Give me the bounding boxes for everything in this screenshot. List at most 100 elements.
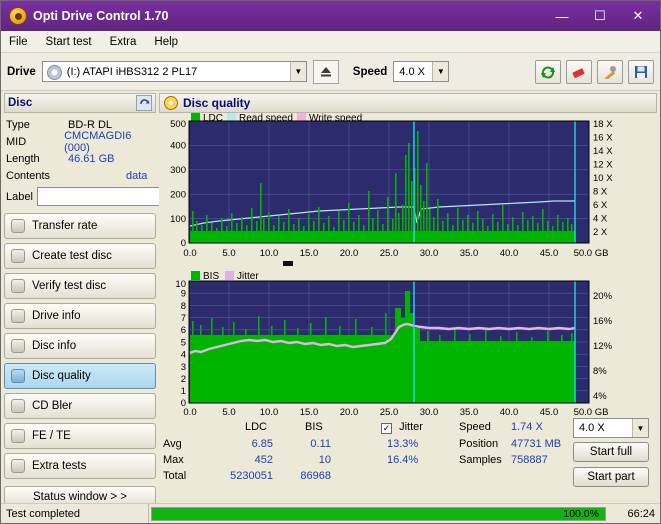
eject-button[interactable] [312, 59, 339, 84]
legend-bis: BIS [203, 271, 219, 282]
xtick: 10.0 [260, 407, 279, 418]
sidebar-item-label: Create test disc [32, 250, 112, 262]
start-full-button[interactable]: Start full [573, 442, 649, 462]
drive-select[interactable]: (I:) ATAPI iHBS312 2 PL17 ▼ [41, 61, 307, 82]
xtick: 25.0 [380, 407, 399, 418]
xtick: 5.0 [222, 248, 235, 259]
refresh-icon [139, 98, 149, 104]
jitter-label: Jitter [399, 421, 423, 433]
progress-bar: 100.0% [151, 506, 606, 521]
save-button[interactable] [628, 59, 654, 84]
y2tick: 16 X [593, 133, 613, 144]
speed-select-value: 4.0 X [399, 65, 425, 78]
sidebar-item-disc-quality[interactable]: Disc quality [4, 363, 156, 389]
ytick: 10 [175, 279, 186, 290]
xtick: 35.0 [460, 407, 479, 418]
y2tick: 8% [593, 366, 607, 377]
xtick: 0.0 [183, 248, 196, 259]
refresh-button[interactable] [535, 59, 561, 84]
menu-item-file[interactable]: File [9, 36, 28, 48]
chevron-down-icon: ▼ [289, 62, 306, 81]
fe-te-icon [11, 429, 25, 443]
disc-refresh-button[interactable] [136, 95, 152, 111]
position-label: Position [459, 438, 499, 450]
ytick: 200 [170, 190, 186, 201]
tools-button[interactable] [597, 59, 623, 84]
sidebar-item-label: CD Bler [32, 400, 73, 412]
speed-stat-value: 1.74 X [511, 421, 543, 433]
sidebar-item-extra-tests[interactable]: Extra tests [4, 453, 156, 479]
stats-max-bis: 10 [318, 454, 331, 466]
jitter-max: 16.4% [387, 454, 419, 466]
stats-header-bis: BIS [305, 421, 323, 433]
sidebar-item-drive-info[interactable]: Drive info [4, 303, 156, 329]
xtick: 20.0 [340, 407, 359, 418]
create-test-disc-icon [11, 249, 25, 263]
y2tick: 18 X [593, 119, 613, 130]
ytick: 100 [170, 214, 186, 225]
disc-row-value: data [126, 169, 148, 182]
minimize-button[interactable]: — [544, 3, 580, 29]
save-icon [635, 65, 647, 78]
y2tick: 14 X [593, 146, 613, 157]
main-panel-header: Disc quality [159, 93, 657, 113]
menu-item-extra[interactable]: Extra [110, 36, 137, 48]
sidebar-item-verify-test-disc[interactable]: Verify test disc [4, 273, 156, 299]
ytick: 500 [170, 119, 186, 130]
ytick: 1 [181, 386, 186, 397]
stats-max-ldc: 452 [254, 454, 273, 466]
stats-row-label-max: Max [163, 454, 184, 466]
drive-select-value: (I:) ATAPI iHBS312 2 PL17 [66, 65, 198, 78]
sidebar-item-transfer-rate[interactable]: Transfer rate [4, 213, 156, 239]
disc-panel-title: Disc [8, 97, 33, 109]
menu-item-start-test[interactable]: Start test [46, 36, 92, 48]
stats-avg-ldc: 6.85 [251, 438, 273, 450]
test-speed-select[interactable]: 4.0 X ▼ [573, 418, 649, 438]
jitter-checkbox[interactable]: ✓ [381, 423, 392, 434]
jitter-checkbox-group[interactable]: ✓ Jitter [381, 421, 423, 434]
stats-total-ldc: 5230051 [230, 470, 273, 482]
sidebar: Disc Type BD-R DL MID CMCMAGDI6 (000) Le… [1, 91, 238, 508]
progress-fill [152, 507, 605, 520]
chevron-down-icon: ▼ [632, 419, 648, 437]
main-body: Disc Type BD-R DL MID CMCMAGDI6 (000) Le… [1, 91, 660, 508]
xtick: 25.0 [380, 248, 399, 259]
speed-label: Speed [352, 65, 388, 78]
main-panel: Disc quality LDC Read speed Write speed … [159, 91, 660, 487]
menu-item-help[interactable]: Help [154, 36, 178, 48]
refresh-icon [541, 65, 555, 79]
legend-jitter: Jitter [237, 271, 259, 282]
ytick: 8 [181, 301, 186, 312]
stats-header-ldc: LDC [245, 421, 268, 433]
disc-row-key: Type [6, 118, 30, 131]
disc-row-contents: Contents data [6, 167, 154, 184]
extra-tests-icon [11, 459, 25, 473]
xtick: 40.0 [500, 407, 519, 418]
sidebar-item-cd-bler[interactable]: CD Bler [4, 393, 156, 419]
sidebar-item-label: FE / TE [32, 430, 71, 442]
erase-button[interactable] [566, 59, 592, 84]
close-button[interactable]: ✕ [620, 3, 656, 29]
sidebar-nav: Transfer rate Create test disc Verify te… [4, 213, 156, 479]
eraser-icon [572, 67, 585, 78]
stats-row-label-avg: Avg [163, 438, 182, 450]
verify-test-disc-icon [11, 279, 25, 293]
y2tick: 8 X [593, 187, 608, 198]
xtick: 30.0 [420, 248, 439, 259]
speed-select[interactable]: 4.0 X ▼ [393, 61, 450, 82]
disc-quality-charts[interactable]: LDC Read speed Write speed 0 100 200 300… [159, 113, 653, 418]
maximize-button[interactable]: ☐ [582, 3, 618, 29]
ytick: 7 [181, 313, 186, 324]
samples-label: Samples [459, 454, 502, 466]
sidebar-item-disc-info[interactable]: Disc info [4, 333, 156, 359]
status-message: Test completed [1, 504, 149, 523]
start-part-button[interactable]: Start part [573, 467, 649, 487]
sidebar-item-create-test-disc[interactable]: Create test disc [4, 243, 156, 269]
disc-row-key: Length [6, 152, 40, 165]
eject-icon [320, 66, 331, 76]
disc-row-key: MID [6, 135, 27, 148]
xtick: 10.0 [260, 248, 279, 259]
sidebar-item-label: Transfer rate [32, 220, 98, 232]
drive-info-icon [11, 309, 25, 323]
sidebar-item-fe-te[interactable]: FE / TE [4, 423, 156, 449]
